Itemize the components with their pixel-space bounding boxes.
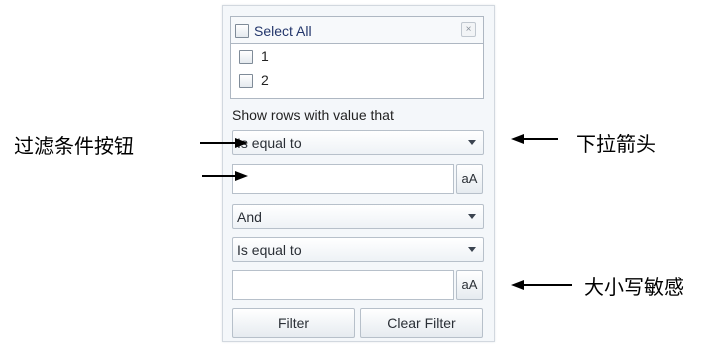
arrow-icon	[511, 134, 558, 144]
arrow-icon	[202, 171, 248, 181]
annotation-arrows	[200, 134, 572, 290]
arrow-icon	[511, 280, 572, 290]
arrow-icon	[200, 138, 248, 148]
